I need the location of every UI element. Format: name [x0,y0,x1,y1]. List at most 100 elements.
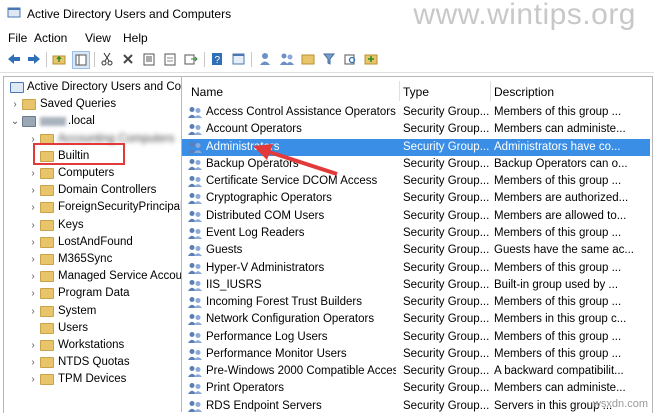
console-tree-icon[interactable] [72,51,90,69]
table-row[interactable]: IIS_IUSRS Security Group... Built-in group… [182,277,650,294]
tree-item-label: TPM Devices [58,373,127,386]
cell-description: Members are allowed to... [494,209,627,222]
find-icon[interactable] [342,51,358,67]
tree-item-label: Workstations [58,339,125,351]
chevron-right-icon[interactable]: › [28,199,38,216]
cut-icon[interactable] [99,51,115,67]
cell-name: IIS_IUSRS [206,278,262,291]
table-row[interactable]: Cryptographic Operators Security Group...… [182,190,650,207]
cell-type: Security Group... [403,175,489,188]
back-icon[interactable] [6,51,22,67]
table-row[interactable]: Certificate Service DCOM Access Security … [182,173,650,190]
cell-name: Access Control Assistance Operators [206,106,396,118]
table-row[interactable]: Distributed COM Users Security Group... Me… [182,208,650,225]
folder-icon [40,322,54,334]
cell-name: Guests [206,244,243,257]
cell-name: Incoming Forest Trust Builders [206,296,362,309]
chevron-right-icon[interactable]: › [28,182,38,199]
cell-description: Members can administe... [494,382,626,395]
delete-icon[interactable] [120,51,136,67]
chevron-right-icon[interactable]: › [28,268,38,285]
table-row[interactable]: Network Configuration Operators Security … [182,311,650,328]
table-row[interactable]: Incoming Forest Trust Builders Security G… [182,294,650,311]
cell-type: Security Group... [403,313,489,326]
tree-root-label: Active Directory Users and Com [27,81,182,93]
cell-description: Built-in group used by ... [494,278,619,291]
menu-file[interactable]: File [8,31,27,45]
cell-type: Security Group... [403,365,489,378]
folder-icon [40,236,54,248]
group-icon [188,262,202,274]
cell-type: Security Group... [403,140,489,153]
folder-icon [22,99,36,111]
cell-description: Members of this group ... [494,175,622,188]
cell-description: Members in this group c... [494,313,627,326]
folder-icon [40,374,54,386]
domain-icon [22,116,36,128]
cell-type: Security Group... [403,347,489,360]
add-ou-icon[interactable] [300,51,316,67]
chevron-right-icon[interactable]: › [28,303,38,320]
chevron-right-icon[interactable]: › [28,354,38,371]
table-row[interactable]: Event Log Readers Security Group... Member… [182,225,650,242]
chevron-right-icon[interactable]: › [10,96,20,113]
cell-type: Security Group... [403,157,489,170]
add-group-icon[interactable] [279,51,295,67]
column-type[interactable]: Type [403,82,429,102]
chevron-down-icon[interactable]: ⌄ [10,113,20,130]
tree-item-label: Program Data [58,287,130,300]
filter-icon[interactable] [321,51,337,67]
column-name[interactable]: Name [191,82,223,102]
add-to-group-icon[interactable] [363,51,379,67]
cell-description: Members can administe... [494,123,626,136]
table-row[interactable]: Backup Operators Security Group... Backup … [182,156,650,173]
folder-icon [40,168,54,179]
title-bar: Active Directory Users and Computers www… [0,0,654,31]
cell-type: Security Group... [403,399,489,412]
group-icon [188,141,202,153]
refresh-icon[interactable] [162,51,178,67]
cell-type: Security Group... [403,106,489,118]
menu-help[interactable]: Help [123,31,148,45]
add-user-icon[interactable] [258,51,274,67]
cell-name: Distributed COM Users [206,209,325,222]
group-icon [188,193,202,205]
up-folder-icon[interactable] [51,51,67,67]
chevron-right-icon[interactable]: › [28,285,38,302]
tree-item-label: LostAndFound [58,235,133,248]
table-row[interactable]: Hyper-V Administrators Security Group... M… [182,260,650,277]
help-icon[interactable]: ? [209,51,225,67]
chevron-right-icon[interactable]: › [28,337,38,354]
menu-view[interactable]: View [85,31,111,45]
export-icon[interactable] [183,51,199,67]
table-row[interactable]: Account Operators Security Group... Member… [182,121,650,138]
menu-action[interactable]: Action [34,31,67,45]
table-row[interactable]: RDS Endpoint Servers Security Group... Ser… [182,398,650,412]
table-row[interactable]: Access Control Assistance Operators Secur… [182,104,650,121]
table-row[interactable]: Pre-Windows 2000 Compatible Access Securi… [182,363,650,380]
properties-icon[interactable] [141,51,157,67]
group-icon [188,279,202,291]
table-row[interactable]: Performance Log Users Security Group... Me… [182,329,650,346]
chevron-right-icon[interactable]: › [28,165,38,182]
table-row[interactable]: Performance Monitor Users Security Group.… [182,346,650,363]
console-icon[interactable] [230,51,246,67]
tree-item-label: Domain Controllers [58,184,157,197]
forward-icon[interactable] [26,51,42,67]
chevron-right-icon[interactable]: › [28,234,38,251]
cell-type: Security Group... [403,296,489,309]
cell-name: Cryptographic Operators [206,192,332,205]
column-description[interactable]: Description [494,82,554,102]
table-row[interactable]: Administrators Security Group... Administr… [182,138,650,156]
tree-item-label: System [58,304,97,317]
tree-item-label: Saved Queries [40,98,117,111]
chevron-right-icon[interactable]: › [28,217,38,234]
chevron-right-icon[interactable]: › [28,371,38,388]
table-row[interactable]: Guests Security Group... Guests have the s… [182,242,650,259]
table-row[interactable]: Print Operators Security Group... Members … [182,380,650,397]
toolbar: ? [0,48,654,73]
cell-name: Performance Log Users [206,330,328,343]
cell-description: Members of this group ... [494,330,622,343]
window-title: Active Directory Users and Computers [27,7,232,21]
chevron-right-icon[interactable]: › [28,251,38,268]
